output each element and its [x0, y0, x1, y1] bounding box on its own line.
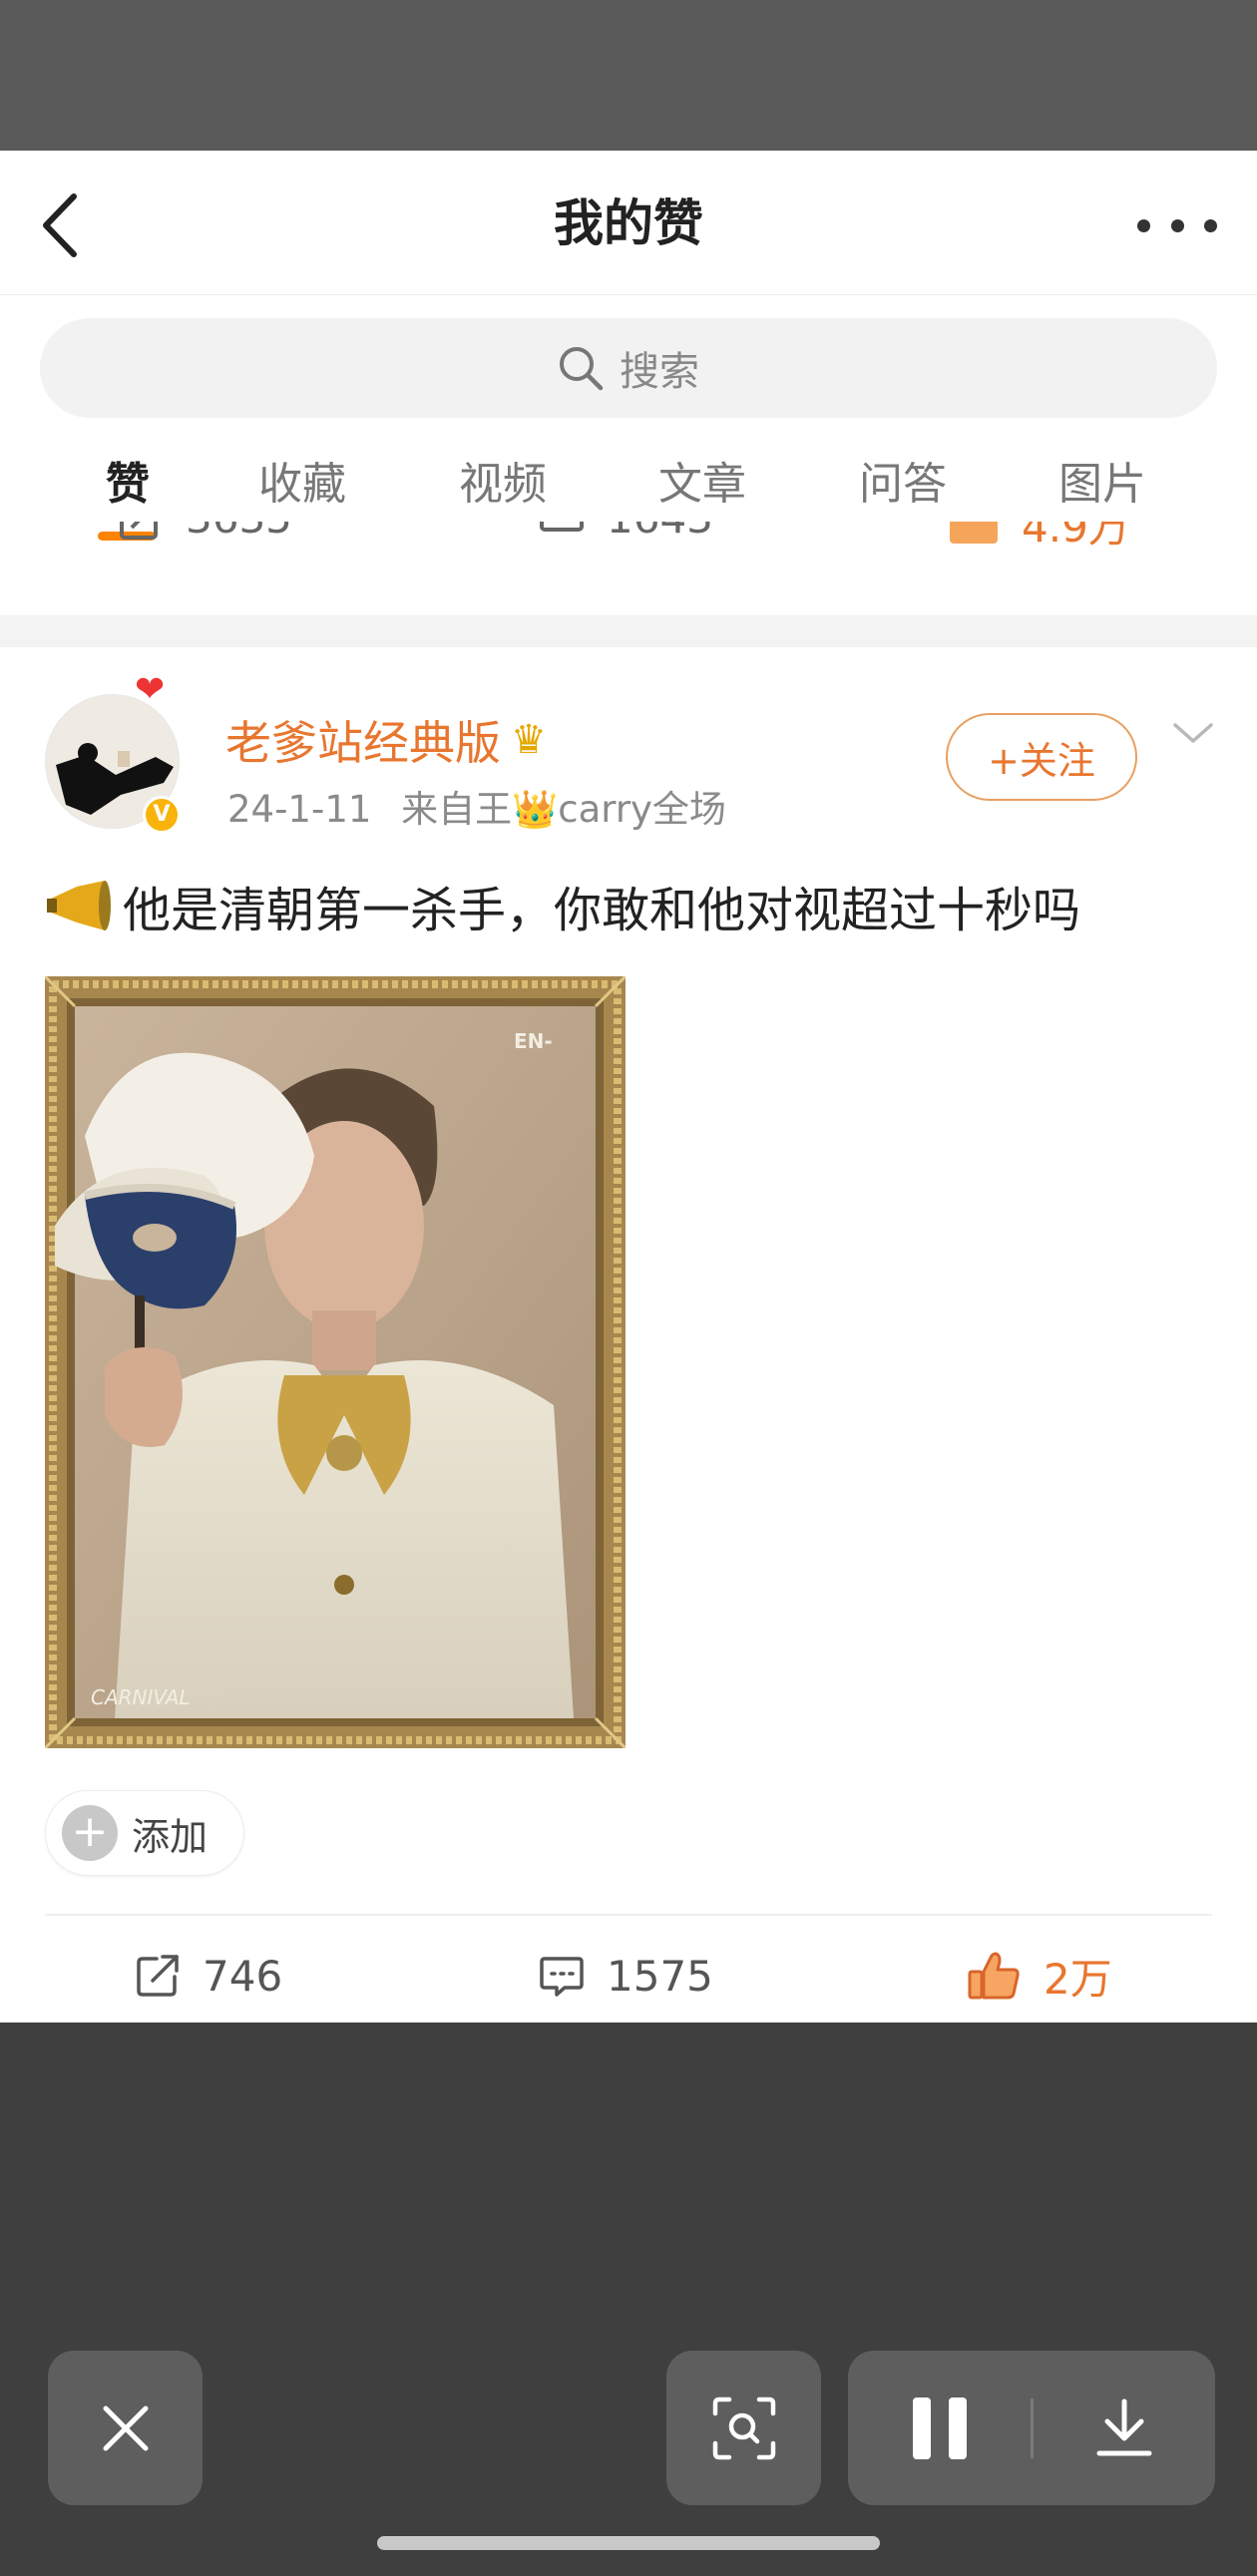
tab-qa[interactable]: 问答: [833, 440, 973, 530]
tab-images[interactable]: 图片: [1033, 440, 1172, 530]
follow-button[interactable]: +关注: [946, 713, 1137, 801]
search-placeholder: 搜索: [620, 349, 699, 395]
more-dot: [1204, 218, 1217, 232]
comment-count: 1575: [607, 1951, 713, 2001]
post-date: 24-1-11: [227, 788, 372, 831]
username-link[interactable]: 老爹站经典版 ♛: [225, 707, 547, 773]
prev-comment-button[interactable]: 1643: [539, 522, 713, 543]
chevron-down-icon[interactable]: [1169, 709, 1217, 757]
post-text: 他是清朝第一杀手，你敢和他对视超过十秒吗: [45, 871, 1080, 940]
post-source: 来自王👑carry全场: [401, 788, 726, 831]
tab-likes[interactable]: 赞: [58, 440, 198, 530]
tab-articles[interactable]: 文章: [632, 440, 772, 530]
divider: [45, 1914, 1212, 1916]
more-button[interactable]: [1137, 195, 1217, 255]
prev-repost-count: 3635: [186, 522, 292, 543]
tab-videos[interactable]: 视频: [433, 440, 573, 530]
search-icon: [560, 347, 604, 391]
download-icon: [1096, 2398, 1152, 2455]
add-button[interactable]: + 添加: [45, 1790, 244, 1876]
image-watermark-top: EN-: [514, 1029, 553, 1053]
previous-post-stats: 3635 1643 4.9万: [0, 522, 1257, 581]
nav-bar: 我的赞: [0, 151, 1257, 295]
post-stats: 746 1575 2万: [0, 1936, 1257, 2016]
pause-icon: [913, 2396, 931, 2459]
like-button[interactable]: 2万: [966, 1936, 1112, 2016]
scan-icon: [712, 2396, 775, 2459]
post-content: 他是清朝第一杀手，你敢和他对视超过十秒吗: [123, 883, 1081, 938]
heart-icon: ❤: [135, 669, 166, 710]
megaphone-icon: [47, 881, 111, 930]
pause-button[interactable]: [848, 2351, 1032, 2505]
repost-button[interactable]: 746: [135, 1936, 282, 2016]
like-count: 2万: [1044, 1954, 1112, 2004]
comment-icon: [540, 522, 584, 532]
plus-icon: +: [62, 1805, 118, 1861]
pause-icon-bar: [949, 2396, 967, 2459]
prev-like-count: 4.9万: [1022, 522, 1130, 552]
tab-favorites[interactable]: 收藏: [232, 440, 372, 530]
thumbs-up-icon: [950, 522, 998, 544]
download-button[interactable]: [1034, 2351, 1215, 2505]
post-separator: [0, 615, 1257, 647]
page-title: 我的赞: [554, 194, 703, 252]
chevron-left-icon: [43, 193, 77, 257]
verified-badge-icon: V: [143, 796, 181, 834]
crown-badge-icon: ♛: [511, 717, 547, 763]
post-meta: 24-1-11 来自王👑carry全场: [227, 779, 726, 833]
more-dots-icon: [1137, 218, 1150, 232]
prev-repost-button[interactable]: 3635: [118, 522, 292, 543]
close-icon: [103, 2405, 148, 2450]
prev-comment-count: 1643: [607, 522, 713, 543]
search-bar[interactable]: 搜索: [40, 318, 1217, 418]
comment-icon: [540, 1957, 584, 1997]
thumbs-up-icon: [968, 1952, 1020, 2000]
prev-like-button[interactable]: 4.9万: [948, 522, 1130, 554]
image-watermark-bottom: CARNIVAL: [91, 1685, 191, 1709]
repost-icon: [137, 1955, 179, 1997]
weibo-likes-page: 我的赞 搜索 赞 收藏 视频 文章 问答 图片 3635: [0, 151, 1257, 2023]
post-image[interactable]: EN- CARNIVAL: [45, 976, 626, 1748]
repost-icon: [120, 522, 158, 540]
repost-count: 746: [203, 1951, 283, 2001]
more-dot: [1170, 218, 1184, 232]
media-controls: [848, 2351, 1215, 2505]
home-indicator[interactable]: [377, 2536, 880, 2550]
scan-button[interactable]: [666, 2351, 821, 2505]
add-label: 添加: [132, 1814, 209, 1859]
username-text: 老爹站经典版: [225, 716, 501, 770]
comment-button[interactable]: 1575: [539, 1936, 713, 2016]
close-button[interactable]: [48, 2351, 203, 2505]
back-button[interactable]: [30, 190, 90, 260]
top-dim-area: [0, 0, 1257, 151]
